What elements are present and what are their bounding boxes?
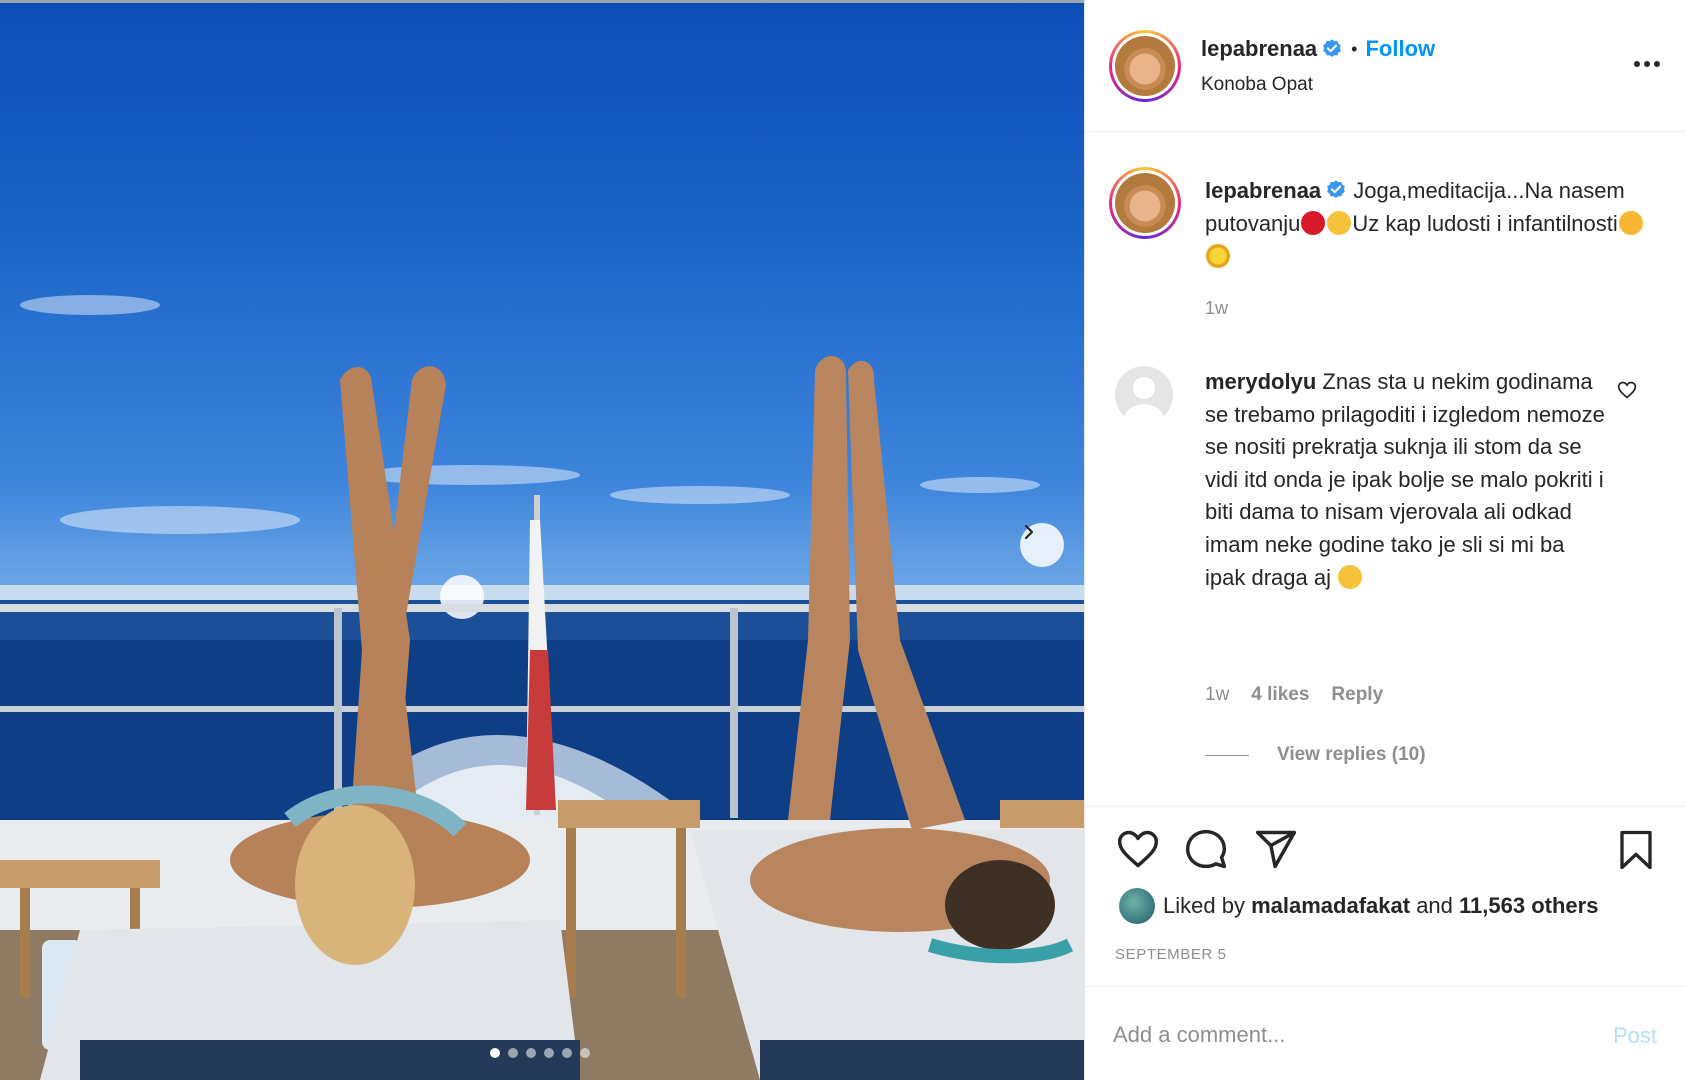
caption-text-part2: Uz kap ludosti i infantilnosti (1352, 211, 1618, 236)
comment-bubble-icon[interactable] (1183, 827, 1229, 871)
add-comment-bar: Post (1085, 986, 1686, 1080)
comment-username[interactable]: merydolyu (1205, 369, 1316, 394)
smiling-hearts-emoji-icon (1618, 211, 1643, 235)
default-avatar-icon (1124, 377, 1164, 424)
slightly-frowning-emoji-icon (1338, 564, 1363, 589)
save-bookmark-icon[interactable] (1615, 827, 1657, 873)
verified-badge-icon (1327, 180, 1345, 198)
caption-timestamp: 1w (1205, 298, 1229, 318)
photo-scene (0, 295, 1084, 1080)
view-replies-button[interactable]: View replies (10) (1205, 744, 1426, 766)
liked-by-user[interactable]: malamadafakat (1251, 893, 1410, 919)
separator-dot: • (1351, 38, 1358, 59)
liked-by-others[interactable]: 11,563 others (1459, 893, 1598, 919)
carousel-indicator (490, 1048, 590, 1058)
comment-meta: 1w 4 likes Reply (1205, 684, 1383, 706)
post-photo (0, 0, 1084, 1080)
post-header: lepabrenaa • Follow Konoba Opat (1085, 0, 1686, 132)
carousel-dot (508, 1048, 518, 1058)
caption-username[interactable]: lepabrenaa (1205, 178, 1321, 203)
chevron-right-icon (1024, 524, 1034, 540)
more-horizontal-icon[interactable] (1633, 54, 1661, 74)
verified-badge-icon (1323, 39, 1341, 57)
caption-text: lepabrenaa Joga,meditacija...Na nasem pu… (1205, 174, 1657, 273)
post-side-panel: lepabrenaa • Follow Konoba Opat lepabren… (1084, 0, 1686, 1080)
author-avatar[interactable] (1109, 30, 1181, 102)
lips-emoji-icon (1301, 211, 1326, 235)
follow-button[interactable]: Follow (1365, 36, 1435, 62)
share-send-icon[interactable] (1253, 827, 1299, 871)
comment-like-heart-icon[interactable] (1617, 380, 1637, 400)
comment-likes[interactable]: 4 likes (1251, 684, 1309, 706)
comment-reply-button[interactable]: Reply (1331, 684, 1383, 706)
comment-body: Znas sta u nekim godinama se trebamo pri… (1205, 369, 1605, 590)
post-date: SEPTEMBER 5 (1115, 946, 1227, 963)
carousel-dot (526, 1048, 536, 1058)
carousel-dot (562, 1048, 572, 1058)
post-comment-button[interactable]: Post (1613, 1023, 1657, 1049)
comment-input[interactable] (1113, 1015, 1573, 1055)
liked-by-prefix: Liked by (1163, 893, 1245, 918)
next-slide-button[interactable] (1020, 523, 1064, 567)
likes-summary: Liked by malamadafakat and 11,563 others (1119, 888, 1598, 924)
carousel-dot (544, 1048, 554, 1058)
author-username[interactable]: lepabrenaa (1201, 36, 1317, 62)
like-heart-icon[interactable] (1115, 827, 1161, 871)
replies-divider-line (1205, 754, 1249, 756)
thumbs-up-emoji-icon (1327, 211, 1352, 235)
liked-by-and: and (1416, 893, 1453, 918)
carousel-dot (580, 1048, 590, 1058)
comment-text: merydolyu Znas sta u nekim godinama se t… (1205, 366, 1605, 594)
comment-timestamp: 1w (1205, 684, 1230, 705)
caption-avatar[interactable] (1109, 167, 1181, 239)
comment-avatar[interactable] (1115, 366, 1173, 424)
sun-emoji-icon (1206, 244, 1230, 268)
view-replies-label: View replies (10) (1277, 744, 1426, 765)
carousel-dot (490, 1048, 500, 1058)
post-location[interactable]: Konoba Opat (1201, 74, 1313, 96)
liker-avatar[interactable] (1119, 888, 1155, 924)
